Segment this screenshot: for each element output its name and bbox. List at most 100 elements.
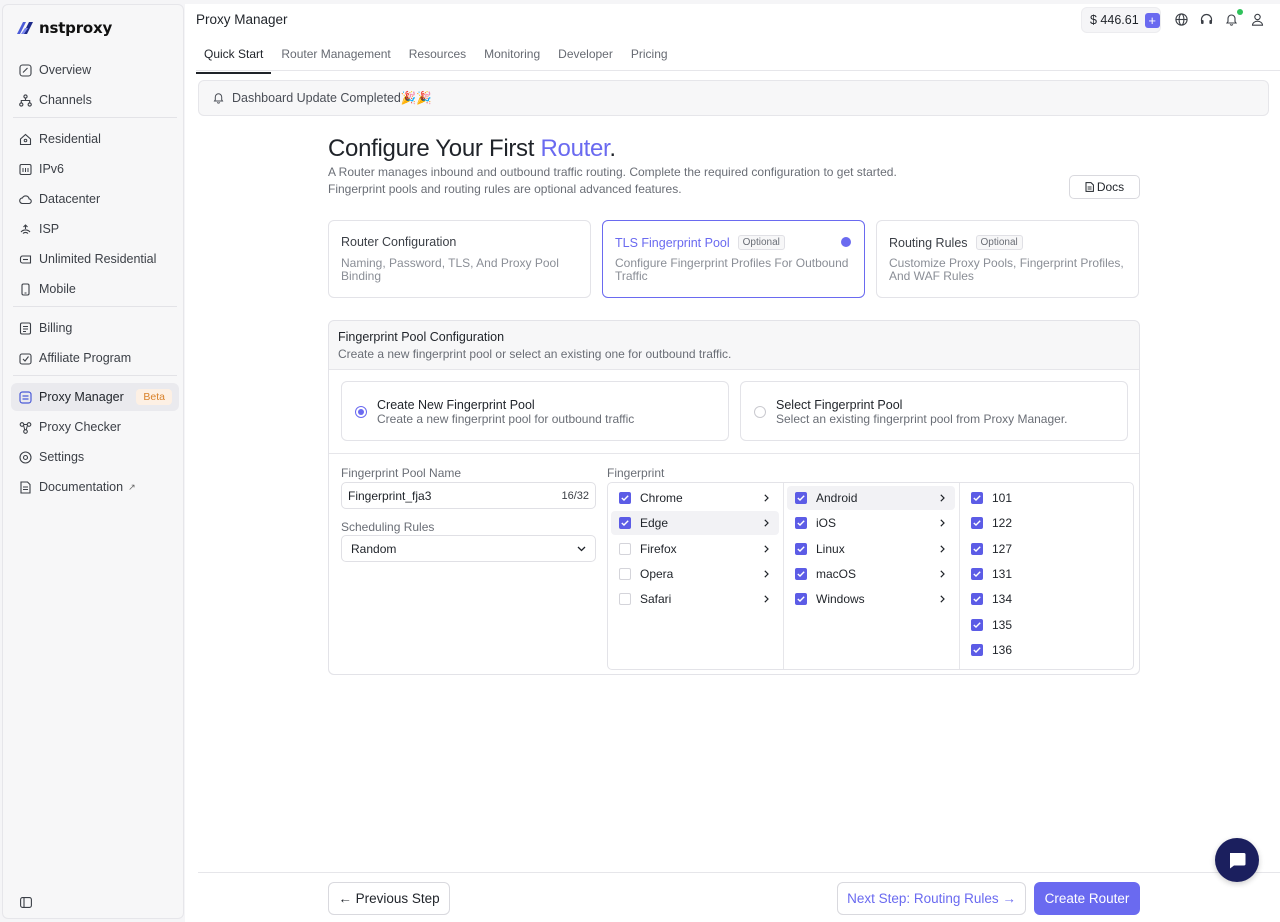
step-title-text: Router Configuration <box>341 235 457 249</box>
checkbox[interactable] <box>795 517 807 530</box>
version-label: 134 <box>992 592 1013 607</box>
browser-option[interactable]: Opera <box>611 562 779 586</box>
browser-option[interactable]: Chrome <box>611 486 779 510</box>
panel-divider <box>329 453 1139 454</box>
check-icon <box>973 621 981 628</box>
checkbox[interactable] <box>619 567 631 580</box>
headset-icon[interactable] <box>1200 13 1213 26</box>
billing-icon <box>19 321 32 335</box>
step-card-tls-fingerprint-pool[interactable]: TLS Fingerprint Pool Optional Configure Fi… <box>602 220 865 298</box>
step-card-routing-rules[interactable]: Routing Rules Optional Customize Proxy Poo… <box>876 220 1139 298</box>
checkbox[interactable] <box>619 517 631 530</box>
step-card-router-configuration[interactable]: Router Configuration Naming, Password, TL… <box>328 220 591 298</box>
os-label: iOS <box>816 516 837 531</box>
sidebar-item-label: IPv6 <box>39 162 65 176</box>
checkbox[interactable] <box>971 492 983 504</box>
browser-option[interactable]: Safari <box>611 587 779 611</box>
chevron-down-icon <box>577 546 586 551</box>
sidebar-item-unlimited-residential[interactable]: Unlimited Residential <box>11 245 179 273</box>
checkbox[interactable] <box>795 492 807 504</box>
checkbox[interactable] <box>971 643 983 656</box>
chevron-right-icon <box>940 494 945 502</box>
version-option[interactable]: 131 <box>963 562 1043 586</box>
radio-button[interactable] <box>355 406 367 418</box>
step-description: Customize Proxy Pools, Fingerprint Profi… <box>889 256 1124 283</box>
scheduling-value: Random <box>351 541 397 556</box>
browser-column: Chrome Edge Firefox Opera Safari <box>608 483 783 669</box>
next-step-button[interactable]: Next Step: Routing Rules → <box>837 882 1026 915</box>
version-option[interactable]: 136 <box>963 638 1043 662</box>
check-icon <box>973 545 981 552</box>
sidebar-item-overview[interactable]: Overview <box>11 56 179 84</box>
os-option[interactable]: iOS <box>787 511 955 535</box>
checkbox[interactable] <box>971 567 983 580</box>
version-option[interactable]: 127 <box>963 537 1043 561</box>
bell-icon[interactable] <box>1225 13 1238 26</box>
create-new-pool-option[interactable]: Create New Fingerprint Pool Create a new … <box>341 381 729 441</box>
footer-divider <box>198 872 1280 873</box>
radio-button[interactable] <box>754 406 766 418</box>
version-option[interactable]: 134 <box>963 587 1043 611</box>
os-option[interactable]: Linux <box>787 537 955 561</box>
os-label: Android <box>816 491 858 505</box>
checkbox[interactable] <box>971 542 983 555</box>
checkbox[interactable] <box>795 593 807 606</box>
version-label: 122 <box>992 516 1013 531</box>
previous-step-button[interactable]: ← Previous Step <box>328 882 450 915</box>
os-option[interactable]: Android <box>787 486 955 510</box>
sidebar-item-ipv6[interactable]: IPv6 <box>11 155 179 183</box>
browser-option[interactable]: Firefox <box>611 537 779 561</box>
checkbox[interactable] <box>619 542 631 555</box>
select-existing-pool-option[interactable]: Select Fingerprint Pool Select an existin… <box>740 381 1128 441</box>
sidebar-item-proxy-checker[interactable]: Proxy Checker <box>11 413 179 441</box>
sidebar-item-channels[interactable]: Channels <box>11 86 179 114</box>
checkbox[interactable] <box>971 593 983 606</box>
checkbox[interactable] <box>619 593 631 606</box>
sidebar-item-billing[interactable]: Billing <box>11 314 179 342</box>
browser-label: Chrome <box>640 491 683 505</box>
os-option[interactable]: macOS <box>787 562 955 586</box>
check-icon <box>973 520 981 527</box>
docs-button[interactable]: Docs <box>1069 175 1140 199</box>
datacenter-icon <box>19 194 32 204</box>
balance-widget[interactable]: $ 446.61 + <box>1081 7 1161 33</box>
sidebar-item-proxy-manager[interactable]: Proxy Manager Beta <box>11 383 179 411</box>
checkbox[interactable] <box>971 517 983 530</box>
version-option[interactable]: 122 <box>963 511 1043 535</box>
sidebar-item-isp[interactable]: ISP <box>11 215 179 243</box>
checkbox[interactable] <box>795 542 807 555</box>
scheduling-select[interactable]: Random <box>341 535 596 562</box>
os-label: Linux <box>816 541 845 556</box>
description-line-1: A Router manages inbound and outbound tr… <box>328 165 897 179</box>
checkbox[interactable] <box>619 492 631 504</box>
sidebar-item-label: Unlimited Residential <box>39 252 157 266</box>
checkbox[interactable] <box>971 618 983 631</box>
sidebar-item-datacenter[interactable]: Datacenter <box>11 185 179 213</box>
chat-support-button[interactable] <box>1215 838 1259 882</box>
check-icon <box>973 596 981 603</box>
settings-icon <box>19 450 32 464</box>
pool-name-counter: 16/32 <box>561 489 589 502</box>
sidebar-collapse-icon[interactable] <box>20 897 32 908</box>
check-icon <box>621 495 629 501</box>
version-option[interactable]: 101 <box>963 486 1043 510</box>
globe-icon[interactable] <box>1175 13 1188 26</box>
logo[interactable]: nstproxy <box>16 19 112 37</box>
sidebar-item-affiliate-program[interactable]: Affiliate Program <box>11 344 179 372</box>
page-title: Proxy Manager <box>196 12 288 27</box>
panel-title: Fingerprint Pool Configuration <box>338 330 505 344</box>
version-option[interactable]: 135 <box>963 613 1043 637</box>
os-option[interactable]: Windows <box>787 587 955 611</box>
pool-name-input[interactable]: Fingerprint_fja3 16/32 <box>341 482 596 509</box>
sidebar-item-settings[interactable]: Settings <box>11 443 179 471</box>
sidebar-item-mobile[interactable]: Mobile <box>11 275 179 303</box>
sidebar-item-residential[interactable]: Residential <box>11 125 179 153</box>
user-icon[interactable] <box>1251 13 1264 26</box>
checkbox[interactable] <box>795 567 807 580</box>
sidebar-item-documentation[interactable]: Documentation ↗ <box>11 473 179 501</box>
os-label: macOS <box>816 566 857 581</box>
create-router-button[interactable]: Create Router <box>1034 882 1140 915</box>
sidebar-item-label: Residential <box>39 132 101 146</box>
add-funds-button[interactable]: + <box>1144 12 1160 28</box>
browser-option[interactable]: Edge <box>611 511 779 536</box>
